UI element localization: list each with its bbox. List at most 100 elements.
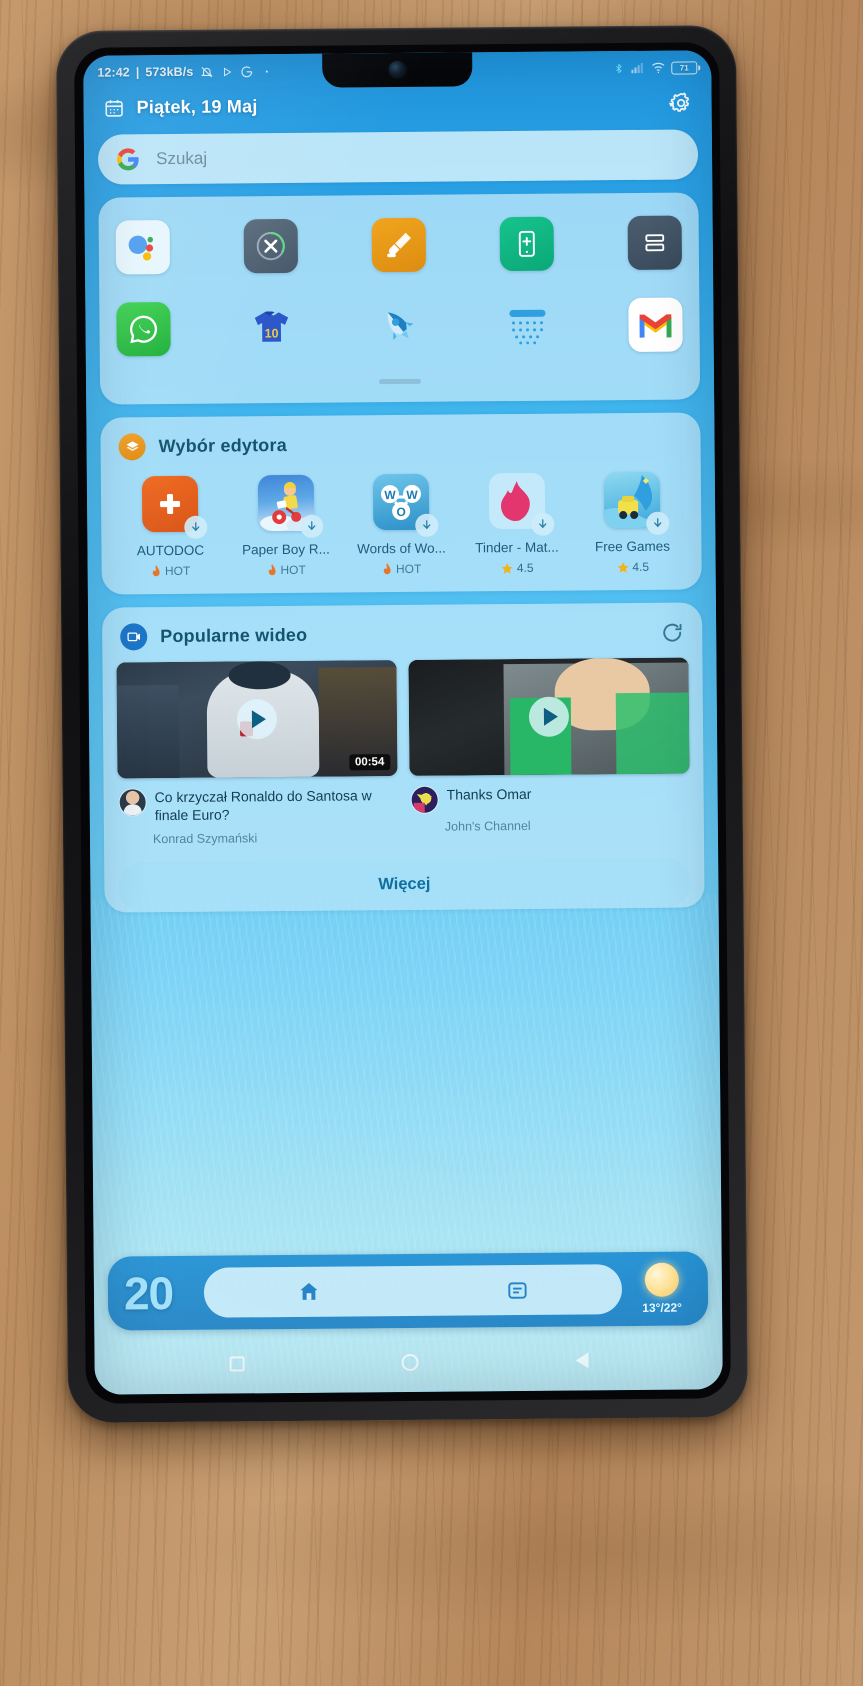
brush-icon[interactable]: [371, 217, 427, 273]
popular-videos-header: Popularne wideo: [102, 602, 702, 654]
editor-pick-title: Wybór edytora: [158, 434, 287, 457]
dock-pill: [203, 1264, 623, 1318]
app-badge: 4.5: [616, 560, 649, 574]
more-button[interactable]: Więcej: [118, 857, 691, 913]
gear-icon[interactable]: [668, 90, 693, 115]
svg-text:O: O: [396, 505, 405, 519]
video-item[interactable]: Thanks Omar John's Channel: [408, 657, 690, 843]
download-icon[interactable]: [299, 514, 323, 538]
app-cell[interactable]: [241, 216, 302, 277]
app-cell[interactable]: [625, 213, 686, 274]
back-triangle-icon[interactable]: [574, 1352, 589, 1369]
video-list: 00:54 Co krzyczał Ronaldo do Santosa w f…: [102, 649, 704, 846]
star-icon: [617, 561, 629, 573]
app-thumb-wrap: [257, 474, 323, 538]
signal-icon: [631, 61, 645, 75]
jersey-icon[interactable]: 10: [244, 301, 298, 355]
badge-label: 4.5: [632, 559, 650, 574]
bluetooth-icon: [611, 61, 625, 75]
message-icon: [508, 1281, 527, 1299]
date-label: Piątek, 19 Maj: [136, 96, 258, 118]
rocket-icon[interactable]: [372, 300, 426, 354]
gmail-icon[interactable]: [628, 297, 683, 353]
app-cell[interactable]: [625, 295, 686, 356]
download-icon[interactable]: [184, 515, 208, 539]
app-cell[interactable]: [369, 297, 430, 358]
video-info: Thanks Omar: [409, 773, 689, 813]
app-cell[interactable]: [369, 215, 430, 276]
editor-pick-card: Wybór edytora AUTODOC HOT Paper Boy R...…: [100, 412, 702, 595]
app-label: Words of Wo...: [357, 540, 446, 557]
badge-label: HOT: [164, 563, 191, 579]
app-cell[interactable]: [497, 296, 558, 357]
download-icon[interactable]: [415, 513, 439, 537]
list-item[interactable]: Tinder - Mat... 4.5: [459, 472, 574, 575]
video-item[interactable]: 00:54 Co krzyczał Ronaldo do Santosa w f…: [116, 660, 398, 846]
temperature-label: 13°/22°: [642, 1300, 682, 1315]
google-g-icon: [116, 147, 140, 171]
video-info: Co krzyczał Ronaldo do Santosa w finale …: [117, 776, 397, 825]
phone-bezel: 12:42 | 573kB/s 71 Piątek, 19 Maj Szukaj…: [74, 42, 731, 1404]
list-item[interactable]: Paper Boy R... HOT: [228, 474, 343, 578]
video-thumbnail[interactable]: [408, 657, 690, 776]
recents-square-icon[interactable]: [229, 1355, 245, 1372]
play-icon: [219, 64, 233, 78]
card-drag-handle[interactable]: [378, 378, 422, 385]
whatsapp-icon[interactable]: [116, 302, 171, 357]
close-circle-icon[interactable]: [243, 218, 299, 274]
avatar: [119, 789, 146, 816]
badge-label: HOT: [280, 562, 306, 578]
app-cell[interactable]: 10: [241, 298, 302, 359]
list-item[interactable]: W W O Words of Wo... HOT: [344, 473, 459, 577]
phone-screen[interactable]: 12:42 | 573kB/s 71 Piątek, 19 Maj Szukaj…: [83, 50, 723, 1395]
google-icon: [239, 64, 253, 78]
flame-icon: [268, 564, 276, 576]
download-icon[interactable]: [530, 512, 554, 536]
dock-home-button[interactable]: [204, 1279, 413, 1305]
app-cell[interactable]: [113, 299, 174, 360]
home-icon: [299, 1283, 318, 1300]
star-icon: [501, 562, 513, 574]
status-separator: |: [135, 65, 140, 80]
badge-label: 4.5: [516, 560, 534, 575]
phone-plus-icon[interactable]: [499, 216, 555, 272]
app-thumb-wrap: W W O: [372, 473, 439, 537]
flame-icon: [384, 563, 391, 575]
home-circle-icon[interactable]: [400, 1353, 419, 1371]
app-label: Tinder - Mat...: [475, 539, 559, 556]
search-input[interactable]: Szukaj: [156, 149, 207, 169]
android-nav-bar: [94, 1329, 722, 1394]
dock-messages-button[interactable]: [413, 1278, 622, 1303]
app-label: Paper Boy R...: [242, 541, 330, 558]
video-channel: Konrad Szymański: [152, 831, 258, 846]
search-bar[interactable]: Szukaj: [97, 129, 699, 185]
flame-icon: [153, 565, 160, 577]
app-label: Free Games: [594, 538, 671, 555]
video-title: Thanks Omar: [446, 785, 532, 803]
app-cell[interactable]: [113, 217, 174, 278]
layers-icon: [118, 433, 146, 461]
app-thumb-wrap: [488, 472, 554, 536]
dock-weather[interactable]: 13°/22°: [628, 1262, 696, 1315]
assistant-icon[interactable]: [115, 220, 171, 275]
app-grid-row-1: [113, 213, 686, 278]
list-icon[interactable]: [627, 215, 683, 271]
sun-icon: [644, 1262, 680, 1297]
display-notch: [322, 52, 473, 88]
list-item[interactable]: AUTODOC HOT: [113, 475, 228, 579]
video-title: Co krzyczał Ronaldo do Santosa w finale …: [154, 787, 372, 824]
dock-clock[interactable]: 20: [124, 1266, 198, 1321]
shower-icon[interactable]: [500, 299, 554, 353]
battery-indicator: 71: [671, 60, 698, 75]
download-icon[interactable]: [646, 511, 670, 535]
app-cell[interactable]: [497, 214, 558, 275]
mute-icon: [199, 65, 213, 79]
svg-text:W: W: [384, 488, 396, 502]
svg-text:W: W: [406, 488, 418, 502]
list-item[interactable]: Free Games 4.5: [575, 471, 690, 574]
play-button[interactable]: [236, 699, 278, 740]
refresh-icon[interactable]: [660, 620, 684, 644]
play-button[interactable]: [528, 696, 570, 737]
video-thumbnail[interactable]: 00:54: [116, 660, 398, 779]
app-thumb-wrap: [141, 475, 208, 539]
